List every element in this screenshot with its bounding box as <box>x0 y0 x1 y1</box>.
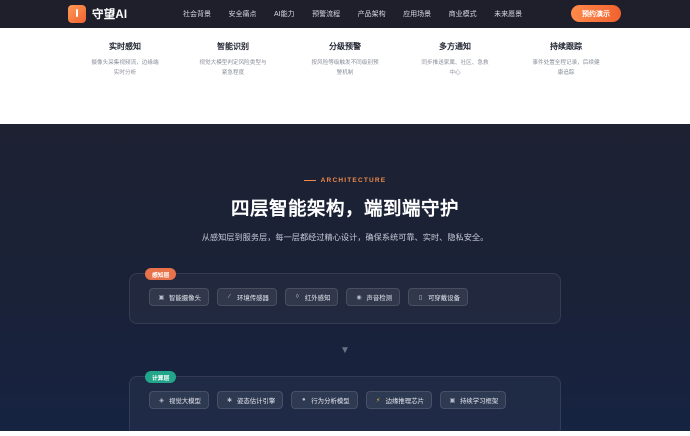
chip-env-sensor[interactable]: ∕ 环境传感器 <box>216 288 277 306</box>
section-subtitle: 从感知层到服务层，每一层都经过精心设计，确保系统可靠、实时、隐私安全。 <box>201 233 489 242</box>
feature-title: 实时感知 <box>109 42 141 51</box>
brand[interactable]: 守望AI <box>68 5 127 23</box>
nav-link-ai-capability[interactable]: AI能力 <box>274 9 295 19</box>
feature-card: 实时感知 摄像头采集视频流，边缘端 实时分析 <box>85 41 165 78</box>
feature-card: 智能识别 视觉大模型判定风险类型与 紧急程度 <box>193 41 273 78</box>
framework-icon: ▣ <box>449 397 456 404</box>
feature-card: 分级预警 按风险等级触发不同级别预 警机制 <box>305 41 385 78</box>
feature-card: 持续跟踪 事件处置全程记录，后续健 康追踪 <box>526 41 606 78</box>
brain-icon: ◈ <box>159 397 164 404</box>
chip-list: ▣ 智能摄像头 ∕ 环境传感器 ◊ 红外感知 ◉ 声音检测 ▯ 可穿戴设备 <box>149 288 476 306</box>
nav-link-pain-points[interactable]: 安全痛点 <box>229 9 257 19</box>
feature-title: 分级预警 <box>329 42 361 51</box>
logo-icon <box>68 5 86 23</box>
lightning-icon: ⚡ <box>376 397 381 404</box>
chip-sound-detect[interactable]: ◉ 声音检测 <box>346 288 401 306</box>
chip-vision-model[interactable]: ◈ 视觉大模型 <box>149 391 209 409</box>
feature-desc: 同步推送家属、社区、急救 中心 <box>421 60 489 76</box>
eyebrow-text: ARCHITECTURE <box>320 177 387 184</box>
camera-icon: ▣ <box>158 294 165 301</box>
sound-icon: ◉ <box>356 294 362 301</box>
brand-name: 守望AI <box>92 9 128 21</box>
eyebrow-line <box>303 180 316 181</box>
layer-card-perception: 感知层 ▣ 智能摄像头 ∕ 环境传感器 ◊ 红外感知 ◉ 声音检测 ▯ 可穿戴设备 <box>129 268 561 324</box>
layer-tag: 感知层 <box>145 268 177 280</box>
nav-links: 社会背景 安全痛点 AI能力 预警流程 产品架构 应用场景 商业模式 未来愿景 <box>183 0 540 28</box>
feature-card: 多方通知 同步推送家属、社区、急救 中心 <box>415 41 495 78</box>
feature-desc: 事件处置全程记录，后续健 康追踪 <box>532 60 600 76</box>
layer-tag: 计算层 <box>145 371 177 383</box>
chip-wearable[interactable]: ▯ 可穿戴设备 <box>408 288 468 306</box>
chip-pose-engine[interactable]: ✱ 姿态估计引擎 <box>216 391 284 409</box>
nav-link-architecture[interactable]: 产品架构 <box>358 9 386 19</box>
layer-card-compute: 计算层 ◈ 视觉大模型 ✱ 姿态估计引擎 ● 行为分析模型 ⚡ 边缘推理芯片 ▣ 持续学习… <box>129 371 561 436</box>
chip-behavior-model[interactable]: ● 行为分析模型 <box>291 391 358 409</box>
nav-link-business-model[interactable]: 商业模式 <box>449 9 477 19</box>
chip-learning-framework[interactable]: ▣ 持续学习框架 <box>439 391 507 409</box>
arrow-down-icon: ▼ <box>340 345 350 356</box>
behavior-icon: ● <box>301 397 306 403</box>
nav-link-social-background[interactable]: 社会背景 <box>183 9 211 19</box>
pose-icon: ✱ <box>226 397 232 404</box>
feature-strip: 实时感知 摄像头采集视频流，边缘端 实时分析 智能识别 视觉大模型判定风险类型与紧… <box>0 28 690 124</box>
nav-link-alert-flow[interactable]: 预警流程 <box>312 9 340 19</box>
section-title: 四层智能架构，端到端守护 <box>230 198 459 219</box>
nav-link-vision[interactable]: 未来愿景 <box>494 9 522 19</box>
feature-title: 多方通知 <box>439 42 471 51</box>
feature-desc: 摄像头采集视频流，边缘端 实时分析 <box>91 60 159 76</box>
feature-title: 智能识别 <box>217 42 249 51</box>
top-navbar: 守望AI 社会背景 安全痛点 AI能力 预警流程 产品架构 应用场景 商业模式 … <box>0 0 690 28</box>
feature-title: 持续跟踪 <box>550 42 582 51</box>
architecture-section: ARCHITECTURE 四层智能架构，端到端守护 从感知层到服务层，每一层都经… <box>0 124 690 436</box>
feature-desc: 按风险等级触发不同级别预 警机制 <box>311 60 379 76</box>
feature-desc: 视觉大模型判定风险类型与 紧急程度 <box>199 60 267 76</box>
chip-list: ◈ 视觉大模型 ✱ 姿态估计引擎 ● 行为分析模型 ⚡ 边缘推理芯片 ▣ 持续学习框架 <box>149 391 514 409</box>
chip-edge-chip[interactable]: ⚡ 边缘推理芯片 <box>365 391 432 409</box>
book-demo-button[interactable]: 预约演示 <box>571 5 621 22</box>
sensor-icon: ∕ <box>228 294 230 300</box>
wearable-icon: ▯ <box>418 294 423 301</box>
infrared-icon: ◊ <box>295 294 299 300</box>
chip-infrared[interactable]: ◊ 红外感知 <box>284 288 339 306</box>
section-eyebrow: ARCHITECTURE <box>0 177 690 184</box>
nav-link-scenarios[interactable]: 应用场景 <box>403 9 431 19</box>
chip-smart-camera[interactable]: ▣ 智能摄像头 <box>149 288 209 306</box>
